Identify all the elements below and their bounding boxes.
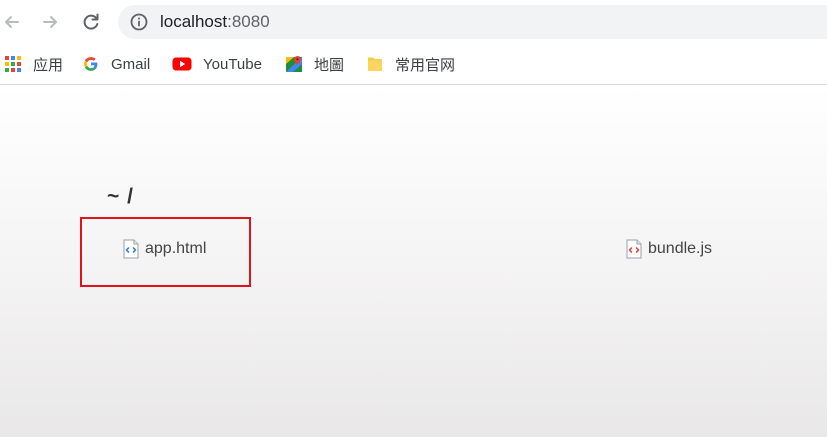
file-link-bundle-js[interactable]: bundle.js	[625, 238, 712, 260]
bookmark-label: 地圖	[314, 56, 345, 74]
highlight-annotation-box	[80, 217, 251, 287]
bookmark-gmail[interactable]: Gmail	[82, 52, 150, 76]
directory-listing-page: ~ / app.html bundle.js	[0, 85, 827, 437]
forward-button[interactable]	[38, 10, 62, 34]
bookmark-youtube[interactable]: YouTube	[172, 52, 262, 76]
forward-arrow-icon	[43, 16, 57, 28]
reload-icon	[83, 13, 99, 30]
bookmark-label: 常用官网	[395, 56, 456, 74]
bookmarks-bar: 应用 Gmail YouTube 地圖 常用官网	[0, 44, 827, 85]
google-g-icon	[84, 57, 98, 71]
bookmark-folder[interactable]: 常用官网	[366, 52, 455, 76]
address-bar[interactable]: localhost:8080	[118, 5, 827, 39]
bookmark-label: Gmail	[111, 55, 151, 73]
url-port: :8080	[227, 12, 270, 31]
bookmark-label: YouTube	[203, 55, 262, 73]
apps-grid-icon	[5, 56, 21, 72]
file-name: bundle.js	[648, 240, 713, 257]
maps-icon	[286, 56, 302, 72]
bookmark-apps[interactable]: 应用	[4, 52, 63, 76]
bookmark-label: 应用	[33, 56, 64, 74]
url-text[interactable]: localhost:8080	[160, 12, 270, 32]
browser-toolbar: localhost:8080	[0, 0, 827, 44]
youtube-icon	[172, 57, 192, 71]
js-file-icon	[626, 239, 642, 259]
back-arrow-icon	[5, 16, 19, 28]
url-host: localhost	[160, 12, 228, 31]
info-icon[interactable]	[130, 13, 148, 31]
folder-icon	[368, 57, 382, 71]
directory-title: ~ /	[107, 185, 134, 208]
back-button[interactable]	[0, 10, 24, 34]
bookmark-maps[interactable]: 地圖	[285, 52, 344, 76]
reload-button[interactable]	[79, 10, 103, 34]
